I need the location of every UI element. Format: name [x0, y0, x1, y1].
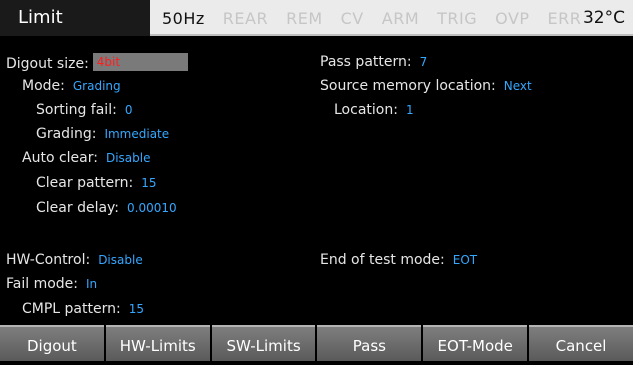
mode-label: Mode:: [22, 78, 65, 94]
auto-clear-row[interactable]: Auto clear: Disable: [22, 149, 150, 167]
hw-control-value[interactable]: Disable: [98, 253, 143, 267]
softkey-sw-limits[interactable]: SW-Limits: [211, 325, 316, 361]
sorting-fail-label: Sorting fail:: [36, 102, 117, 118]
status-bar: Limit 50Hz REAR REM CV ARM TRIG OVP ERR …: [0, 0, 633, 36]
temperature-readout: 32°C: [582, 8, 625, 28]
pass-pattern-label: Pass pattern:: [320, 54, 412, 70]
digout-size-label: Digout size:: [6, 56, 89, 72]
softkey-hw-limits[interactable]: HW-Limits: [105, 325, 210, 361]
end-of-test-mode-row[interactable]: End of test mode: EOT: [320, 251, 477, 269]
indicator-rear: REAR: [222, 8, 269, 28]
clear-delay-label: Clear delay:: [36, 200, 120, 216]
digout-size-row: Digout size: 4bit: [6, 53, 188, 73]
indicator-cv: CV: [340, 8, 364, 28]
indicator-arm: ARM: [381, 8, 420, 28]
source-memory-location-value[interactable]: Next: [504, 79, 532, 93]
softkey-pass[interactable]: Pass: [317, 325, 422, 361]
clear-delay-value[interactable]: 0.00010: [127, 201, 177, 215]
source-memory-location-row[interactable]: Source memory location: Next: [320, 77, 532, 95]
end-of-test-mode-label: End of test mode:: [320, 252, 445, 268]
page-title: Limit: [0, 0, 150, 36]
grading-row[interactable]: Grading: Immediate: [36, 125, 169, 143]
indicator-ovp: OVP: [495, 8, 530, 28]
sorting-fail-value[interactable]: 0: [125, 103, 133, 117]
sorting-fail-row[interactable]: Sorting fail: 0: [36, 101, 132, 119]
indicator-remote: REM: [286, 8, 323, 28]
mode-value[interactable]: Grading: [73, 79, 121, 93]
indicator-error: ERR: [547, 8, 582, 28]
grading-value[interactable]: Immediate: [104, 127, 169, 141]
cmpl-pattern-value[interactable]: 15: [129, 302, 144, 316]
mode-row[interactable]: Mode: Grading: [22, 77, 121, 95]
fail-mode-row[interactable]: Fail mode: In: [6, 275, 97, 293]
indicator-trig: TRIG: [437, 8, 478, 28]
location-label: Location:: [334, 102, 398, 118]
softkey-eot-mode[interactable]: EOT-Mode: [423, 325, 528, 361]
softkey-cancel[interactable]: Cancel: [529, 325, 633, 361]
clear-pattern-row[interactable]: Clear pattern: 15: [36, 174, 157, 192]
fail-mode-label: Fail mode:: [6, 276, 78, 292]
indicator-line-frequency: 50Hz: [162, 8, 205, 28]
clear-pattern-label: Clear pattern:: [36, 175, 134, 191]
pass-pattern-value[interactable]: 7: [420, 55, 428, 69]
location-row[interactable]: Location: 1: [334, 101, 414, 119]
pass-pattern-row[interactable]: Pass pattern: 7: [320, 53, 427, 71]
digout-size-field[interactable]: 4bit: [92, 53, 188, 71]
clear-pattern-value[interactable]: 15: [141, 176, 156, 190]
cmpl-pattern-row[interactable]: CMPL pattern: 15: [22, 300, 144, 318]
settings-panel: Digout size: 4bit Mode: Grading Sorting fa…: [0, 36, 633, 325]
hw-control-label: HW-Control:: [6, 252, 91, 268]
clear-delay-row[interactable]: Clear delay: 0.00010: [36, 199, 177, 217]
digout-size-value: 4bit: [96, 55, 121, 69]
status-indicators: 50Hz REAR REM CV ARM TRIG OVP ERR: [150, 0, 633, 36]
hw-control-row[interactable]: HW-Control: Disable: [6, 251, 143, 269]
auto-clear-label: Auto clear:: [22, 150, 98, 166]
limit-screen: Limit 50Hz REAR REM CV ARM TRIG OVP ERR …: [0, 0, 633, 361]
grading-label: Grading:: [36, 126, 97, 142]
softkey-bar: Digout HW-Limits SW-Limits Pass EOT-Mode…: [0, 325, 633, 361]
source-memory-location-label: Source memory location:: [320, 78, 496, 94]
location-value[interactable]: 1: [406, 103, 414, 117]
softkey-digout[interactable]: Digout: [0, 325, 104, 361]
end-of-test-mode-value[interactable]: EOT: [453, 253, 477, 267]
cmpl-pattern-label: CMPL pattern:: [22, 301, 121, 317]
fail-mode-value[interactable]: In: [86, 277, 97, 291]
auto-clear-value[interactable]: Disable: [106, 151, 151, 165]
